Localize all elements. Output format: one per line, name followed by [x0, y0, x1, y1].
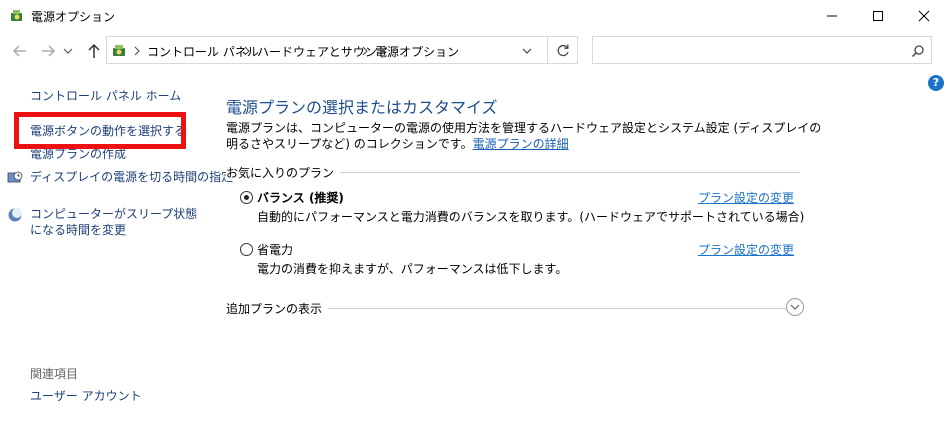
sidebar-item-display-off-time[interactable]: ディスプレイの電源を切る時間の指定: [30, 169, 233, 185]
chevron-right-icon[interactable]: [362, 46, 368, 56]
chevron-down-icon[interactable]: [521, 46, 533, 56]
minimize-icon: [827, 15, 837, 17]
sidebar-item-user-accounts[interactable]: ユーザー アカウント: [30, 388, 142, 404]
close-icon: [918, 10, 930, 22]
page-description: 電源プランは、コンピューターの電源の使用方法を管理するハードウェア設定とシステム…: [226, 120, 826, 152]
favorites-label: お気に入りのプラン: [226, 164, 341, 181]
maximize-icon: [873, 11, 883, 21]
refresh-icon[interactable]: [555, 43, 571, 59]
chevron-right-icon: [134, 46, 140, 56]
breadcrumb-power-options[interactable]: 電源オプション: [375, 43, 459, 60]
change-plan-settings-balanced-link[interactable]: プラン設定の変更: [698, 189, 794, 206]
plan-name-power-saver[interactable]: 省電力: [257, 241, 293, 258]
window-title: 電源オプション: [31, 10, 116, 24]
radio-balanced[interactable]: [240, 191, 253, 204]
search-icon[interactable]: [911, 44, 925, 58]
search-box[interactable]: [592, 36, 932, 64]
breadcrumb-hardware-sound[interactable]: ハードウェアとサウンド: [257, 43, 389, 60]
recent-locations-icon[interactable]: [63, 43, 73, 59]
control-panel-icon: [113, 45, 125, 56]
sidebar-item-sleep-time[interactable]: コンピューターがスリープ状態になる時間を変更: [30, 206, 200, 238]
address-bar[interactable]: コントロール パネル ハードウェアとサウンド 電源オプション: [106, 36, 578, 64]
highlight-box: [14, 112, 186, 149]
chevron-down-icon: [790, 304, 800, 310]
power-options-icon: [11, 10, 22, 21]
plan-desc-power-saver: 電力の消費を抑えますが、パフォーマンスは低下します。: [257, 262, 568, 276]
sidebar-item-control-panel-home[interactable]: コントロール パネル ホーム: [30, 88, 181, 104]
chevron-right-icon[interactable]: [244, 46, 250, 56]
show-additional-plans-label[interactable]: 追加プランの表示: [226, 300, 329, 317]
back-arrow-icon[interactable]: [11, 43, 29, 59]
title-bar: 電源オプション: [0, 0, 947, 31]
expand-button[interactable]: [786, 298, 804, 316]
navigation-bar: コントロール パネル ハードウェアとサウンド 電源オプション: [0, 31, 947, 69]
minimize-button[interactable]: [809, 0, 855, 31]
change-plan-settings-power-saver-link[interactable]: プラン設定の変更: [698, 241, 794, 258]
display-clock-icon: [7, 171, 23, 183]
sleep-moon-icon: [8, 208, 22, 222]
search-input[interactable]: [593, 37, 901, 63]
power-plan-details-link[interactable]: 電源プランの詳細: [473, 137, 569, 151]
close-button[interactable]: [901, 0, 947, 31]
radio-power-saver[interactable]: [240, 243, 253, 256]
up-arrow-icon[interactable]: [85, 43, 103, 59]
maximize-button[interactable]: [855, 0, 901, 31]
address-divider: [547, 37, 548, 63]
page-title: 電源プランの選択またはカスタマイズ: [226, 98, 498, 117]
help-icon[interactable]: ?: [928, 75, 944, 91]
plan-name-balanced[interactable]: バランス (推奨): [257, 189, 344, 206]
related-header: 関連項目: [30, 367, 79, 381]
plan-desc-balanced: 自動的にパフォーマンスと電力消費のバランスを取ります。(ハードウェアでサポートさ…: [257, 210, 805, 224]
breadcrumb-control-panel[interactable]: コントロール パネル: [147, 43, 259, 60]
forward-arrow-icon[interactable]: [39, 43, 57, 59]
